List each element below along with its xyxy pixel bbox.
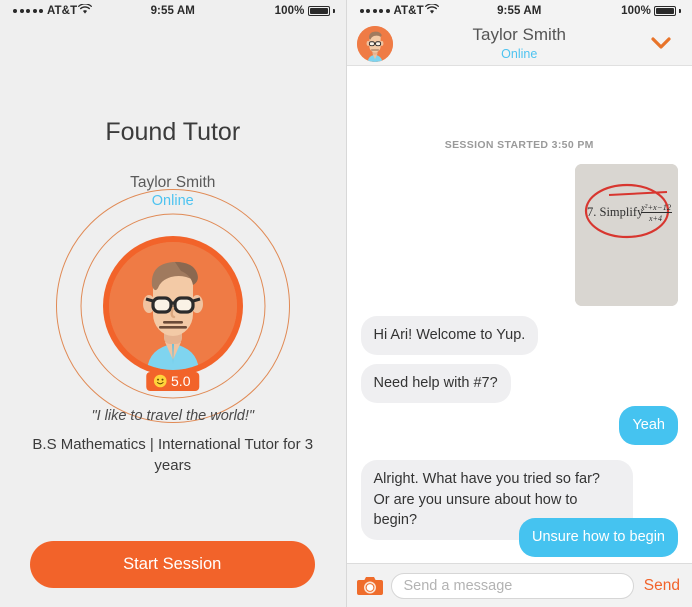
- message-bubble-me[interactable]: Unsure how to begin: [519, 518, 678, 557]
- camera-icon[interactable]: [356, 575, 383, 597]
- rating-badge: 5.0: [146, 372, 200, 391]
- chat-tutor-name: Taylor Smith: [472, 25, 567, 44]
- svg-text:7. Simplify: 7. Simplify: [587, 205, 644, 219]
- send-button[interactable]: Send: [642, 577, 682, 595]
- battery-percent-label: 100%: [274, 5, 305, 17]
- found-tutor-screen: AT&T 9:55 AM 100% Found Tutor Taylor Smi…: [0, 0, 346, 607]
- rating-value: 5.0: [171, 373, 191, 389]
- tutor-credentials: B.S Mathematics | International Tutor fo…: [32, 436, 314, 475]
- photo-message[interactable]: 7. Simplify x²+x−12 x+4: [575, 164, 678, 306]
- message-input[interactable]: [390, 572, 634, 599]
- chat-header-titles: Taylor Smith Online: [347, 24, 692, 62]
- message-input-bar: Send: [346, 563, 692, 607]
- battery-cap: [679, 9, 681, 13]
- message-bubble-them[interactable]: Need help with #7?: [360, 364, 511, 403]
- app-root: AT&T 9:55 AM 100% Found Tutor Taylor Smi…: [0, 0, 692, 607]
- message-bubble-me[interactable]: Yeah: [619, 406, 678, 445]
- session-started-label: SESSION STARTED 3:50 PM: [444, 139, 594, 151]
- battery-percent-label: 100%: [621, 5, 651, 17]
- battery-full-icon: [307, 6, 330, 16]
- battery-indicator: 100%: [621, 5, 681, 17]
- battery-full-icon: [654, 6, 676, 16]
- chevron-down-icon[interactable]: [648, 33, 674, 53]
- chat-tutor-status: Online: [501, 46, 538, 61]
- status-bar-left: AT&T 9:55 AM 100%: [0, 0, 346, 22]
- svg-text:x+4: x+4: [648, 214, 662, 223]
- tutor-avatar[interactable]: [102, 236, 243, 376]
- svg-text:x²+x−12: x²+x−12: [640, 202, 672, 212]
- smiley-face-icon: [153, 374, 167, 388]
- tutor-avatar-illustration: [108, 242, 237, 370]
- message-bubble-them[interactable]: Hi Ari! Welcome to Yup.: [360, 316, 539, 355]
- chat-header: Taylor Smith Online: [346, 22, 692, 66]
- battery-indicator: 100%: [275, 5, 335, 17]
- chat-screen: AT&T 9:55 AM 100% Taylor Smith Online SE…: [345, 0, 692, 607]
- battery-cap: [332, 9, 335, 13]
- message-list[interactable]: SESSION STARTED 3:50 PM 7. Simplify x²+x…: [346, 66, 692, 586]
- status-bar-right: AT&T 9:55 AM 100%: [346, 0, 692, 22]
- start-session-button[interactable]: Start Session: [30, 541, 315, 588]
- tutor-quote: "I like to travel the world!": [91, 408, 255, 424]
- page-title: Found Tutor: [105, 118, 241, 146]
